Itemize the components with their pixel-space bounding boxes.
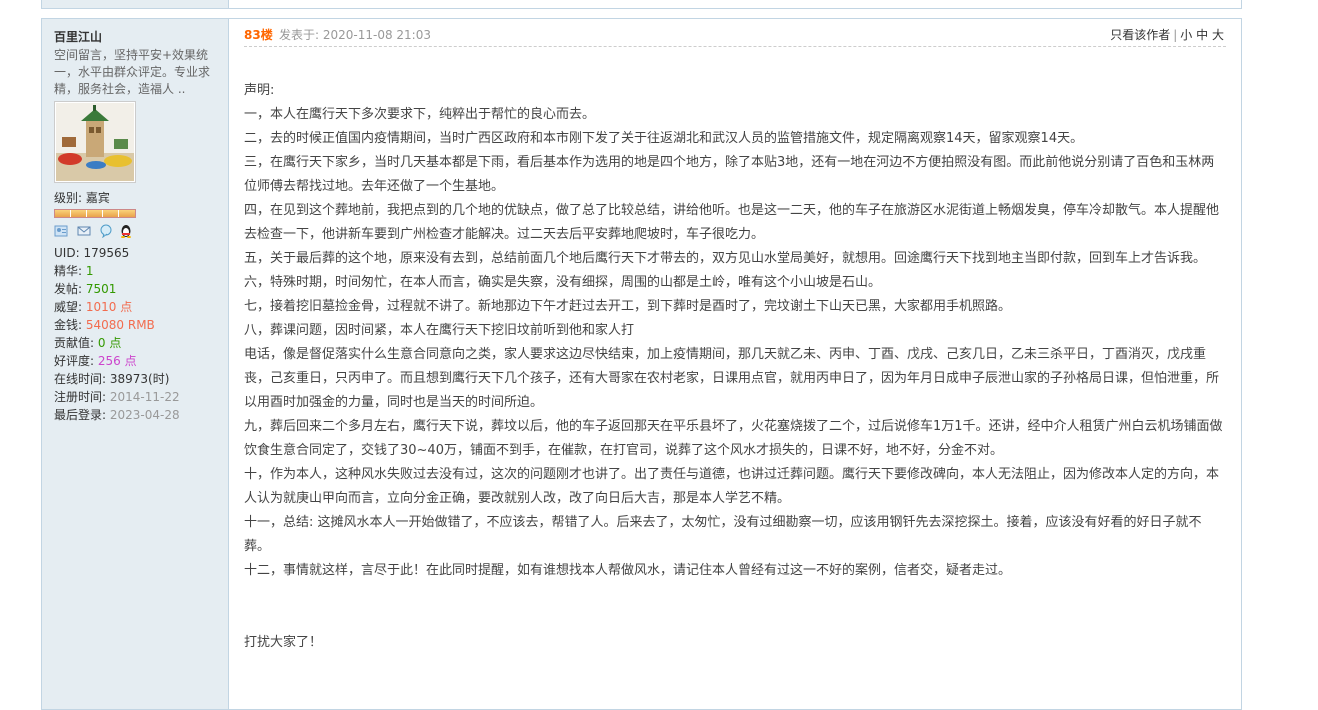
- stat-value: 2014-11-22: [109, 390, 180, 404]
- avatar-image: [56, 103, 134, 181]
- header-divider: [244, 46, 1226, 47]
- stat-value: 179565: [83, 246, 130, 260]
- post-paragraph: 四，在见到这个葬地前，我把点到的几个地的优缺点，做了总了比较总结，讲给他听。也是…: [244, 203, 1220, 242]
- stat-row: 精华: 1: [54, 262, 180, 280]
- post-paragraph: 六，特殊时期，时间匆忙，在本人而言，确实是失察，没有细探，周围的山都是土岭，唯有…: [244, 275, 882, 290]
- profile-card-icon[interactable]: [54, 224, 68, 238]
- post-paragraph: 一，本人在鹰行天下多次要求下，纯粹出于帮忙的良心而去。: [244, 107, 596, 122]
- stat-row: UID: 179565: [54, 244, 180, 262]
- stat-label: 好评度:: [54, 354, 95, 368]
- post-paragraph: 十，作为本人，这种风水失败过去没有过，这次的问题刚才也讲了。出了责任与道德，也讲…: [244, 467, 1220, 506]
- only-author-link[interactable]: 只看该作者: [1110, 28, 1170, 42]
- stat-row: 在线时间: 38973(时): [54, 370, 180, 388]
- stat-label: 威望:: [54, 300, 83, 314]
- post-paragraph: 七，接着挖旧墓捡金骨，过程就不讲了。新地那边下午才赶过去开工，到下葬时是酉时了，…: [244, 299, 1012, 314]
- closing-line: 打扰大家了！: [244, 635, 323, 650]
- message-icon[interactable]: [77, 224, 91, 238]
- stat-label: 金钱:: [54, 318, 83, 332]
- post-paragraph: 十二，事情就这样，言尽于此！在此同时提醒，如有谁想找本人帮做风水，请记住本人曾经…: [244, 563, 1012, 578]
- level-row: 级别: 嘉宾: [54, 189, 110, 206]
- stat-value: 2023-04-28: [109, 408, 180, 422]
- author-signature: 空间留言，坚持平安+效果统一，水平由群众评定。专业求精，服务社会，造福人 ..: [54, 48, 211, 96]
- post-paragraph: 十一，总结: 这摊风水本人一开始做错了，不应该去，帮错了人。后来去了，太匆忙，没…: [244, 515, 1202, 554]
- post-paragraph: 二，去的时候正值国内疫情期间，当时广西区政府和本市刚下发了关于往返湖北和武汉人员…: [244, 131, 1084, 146]
- chat-bubble-icon[interactable]: [99, 224, 113, 238]
- qq-penguin-icon[interactable]: [119, 224, 133, 238]
- previous-post-bottom: [41, 0, 1242, 9]
- stat-value: 7501: [85, 282, 117, 296]
- stat-row: 注册时间: 2014-11-22: [54, 388, 180, 406]
- post-paragraph: 九，葬后回来二个多月左右，鹰行天下说，葬坟以后，他的车子返回那天在平乐县坏了，火…: [244, 419, 1223, 458]
- font-size-small-link[interactable]: 小: [1180, 28, 1192, 42]
- post-tools: 只看该作者 | 小 中 大: [1110, 26, 1224, 43]
- stat-row: 最后登录: 2023-04-28: [54, 406, 180, 424]
- stat-row: 发帖: 7501: [54, 280, 180, 298]
- stat-row: 贡献值: 0 点: [54, 334, 180, 352]
- stat-row: 好评度: 256 点: [54, 352, 180, 370]
- font-size-large-link[interactable]: 大: [1212, 28, 1224, 42]
- stat-label: UID:: [54, 246, 80, 260]
- stat-value: 54080 RMB: [85, 318, 155, 332]
- avatar[interactable]: [54, 101, 136, 183]
- level-progress-bar: [54, 209, 136, 218]
- stat-value: 38973(时): [109, 372, 170, 386]
- stat-row: 金钱: 54080 RMB: [54, 316, 180, 334]
- post-paragraph: 八，葬课问题，因时间紧，本人在鹰行天下挖旧坟前听到他和家人打: [244, 323, 635, 338]
- post-paragraph: 电话，像是督促落实什么生意合同意向之类，家人要求这边尽快结束，加上疫情期间，那几…: [244, 347, 1220, 410]
- post-paragraph: 五，关于最后葬的这个地，原来没有去到，总结前面几个地后鹰行天下才带去的，双方见山…: [244, 251, 1207, 266]
- stat-label: 最后登录:: [54, 408, 107, 422]
- post-header: 83楼 发表于: 2020-11-08 21:03 只看该作者 | 小 中 大: [244, 26, 1224, 42]
- stat-value: 1: [85, 264, 94, 278]
- stat-label: 精华:: [54, 264, 83, 278]
- stat-value: 0 点: [97, 336, 122, 350]
- forum-post: 百里江山 空间留言，坚持平安+效果统一，水平由群众评定。专业求精，服务社会，造福…: [41, 18, 1242, 710]
- post-time: 发表于: 2020-11-08 21:03: [279, 28, 431, 42]
- stat-value: 1010 点: [85, 300, 133, 314]
- previous-post-sidebar: [42, 0, 229, 8]
- level-label: 级别:: [54, 191, 83, 205]
- stat-value: 256 点: [97, 354, 137, 368]
- stat-label: 贡献值:: [54, 336, 95, 350]
- stat-row: 威望: 1010 点: [54, 298, 180, 316]
- font-size-medium-link[interactable]: 中: [1196, 28, 1208, 42]
- author-sidebar: 百里江山 空间留言，坚持平安+效果统一，水平由群众评定。专业求精，服务社会，造福…: [42, 19, 229, 709]
- author-stats: UID: 179565 精华: 1 发帖: 7501 威望: 1010 点金钱: 54…: [54, 244, 180, 424]
- stat-label: 发帖:: [54, 282, 83, 296]
- post-paragraphs: 声明: 一，本人在鹰行天下多次要求下，纯粹出于帮忙的良心而去。二，去的时候正值国内…: [244, 79, 1226, 583]
- floor-number[interactable]: 83楼: [244, 26, 273, 43]
- stat-label: 注册时间:: [54, 390, 107, 404]
- post-paragraph: 三，在鹰行天下家乡，当时几天基本都是下雨，看后基本作为选用的地是四个地方，除了本…: [244, 155, 1215, 194]
- level-value: 嘉宾: [85, 191, 110, 205]
- post-paragraph: 声明:: [244, 83, 275, 98]
- author-name[interactable]: 百里江山: [54, 28, 102, 45]
- separator: |: [1173, 28, 1178, 42]
- post-content: 声明: 一，本人在鹰行天下多次要求下，纯粹出于帮忙的良心而去。二，去的时候正值国内…: [244, 79, 1226, 655]
- stat-label: 在线时间:: [54, 372, 107, 386]
